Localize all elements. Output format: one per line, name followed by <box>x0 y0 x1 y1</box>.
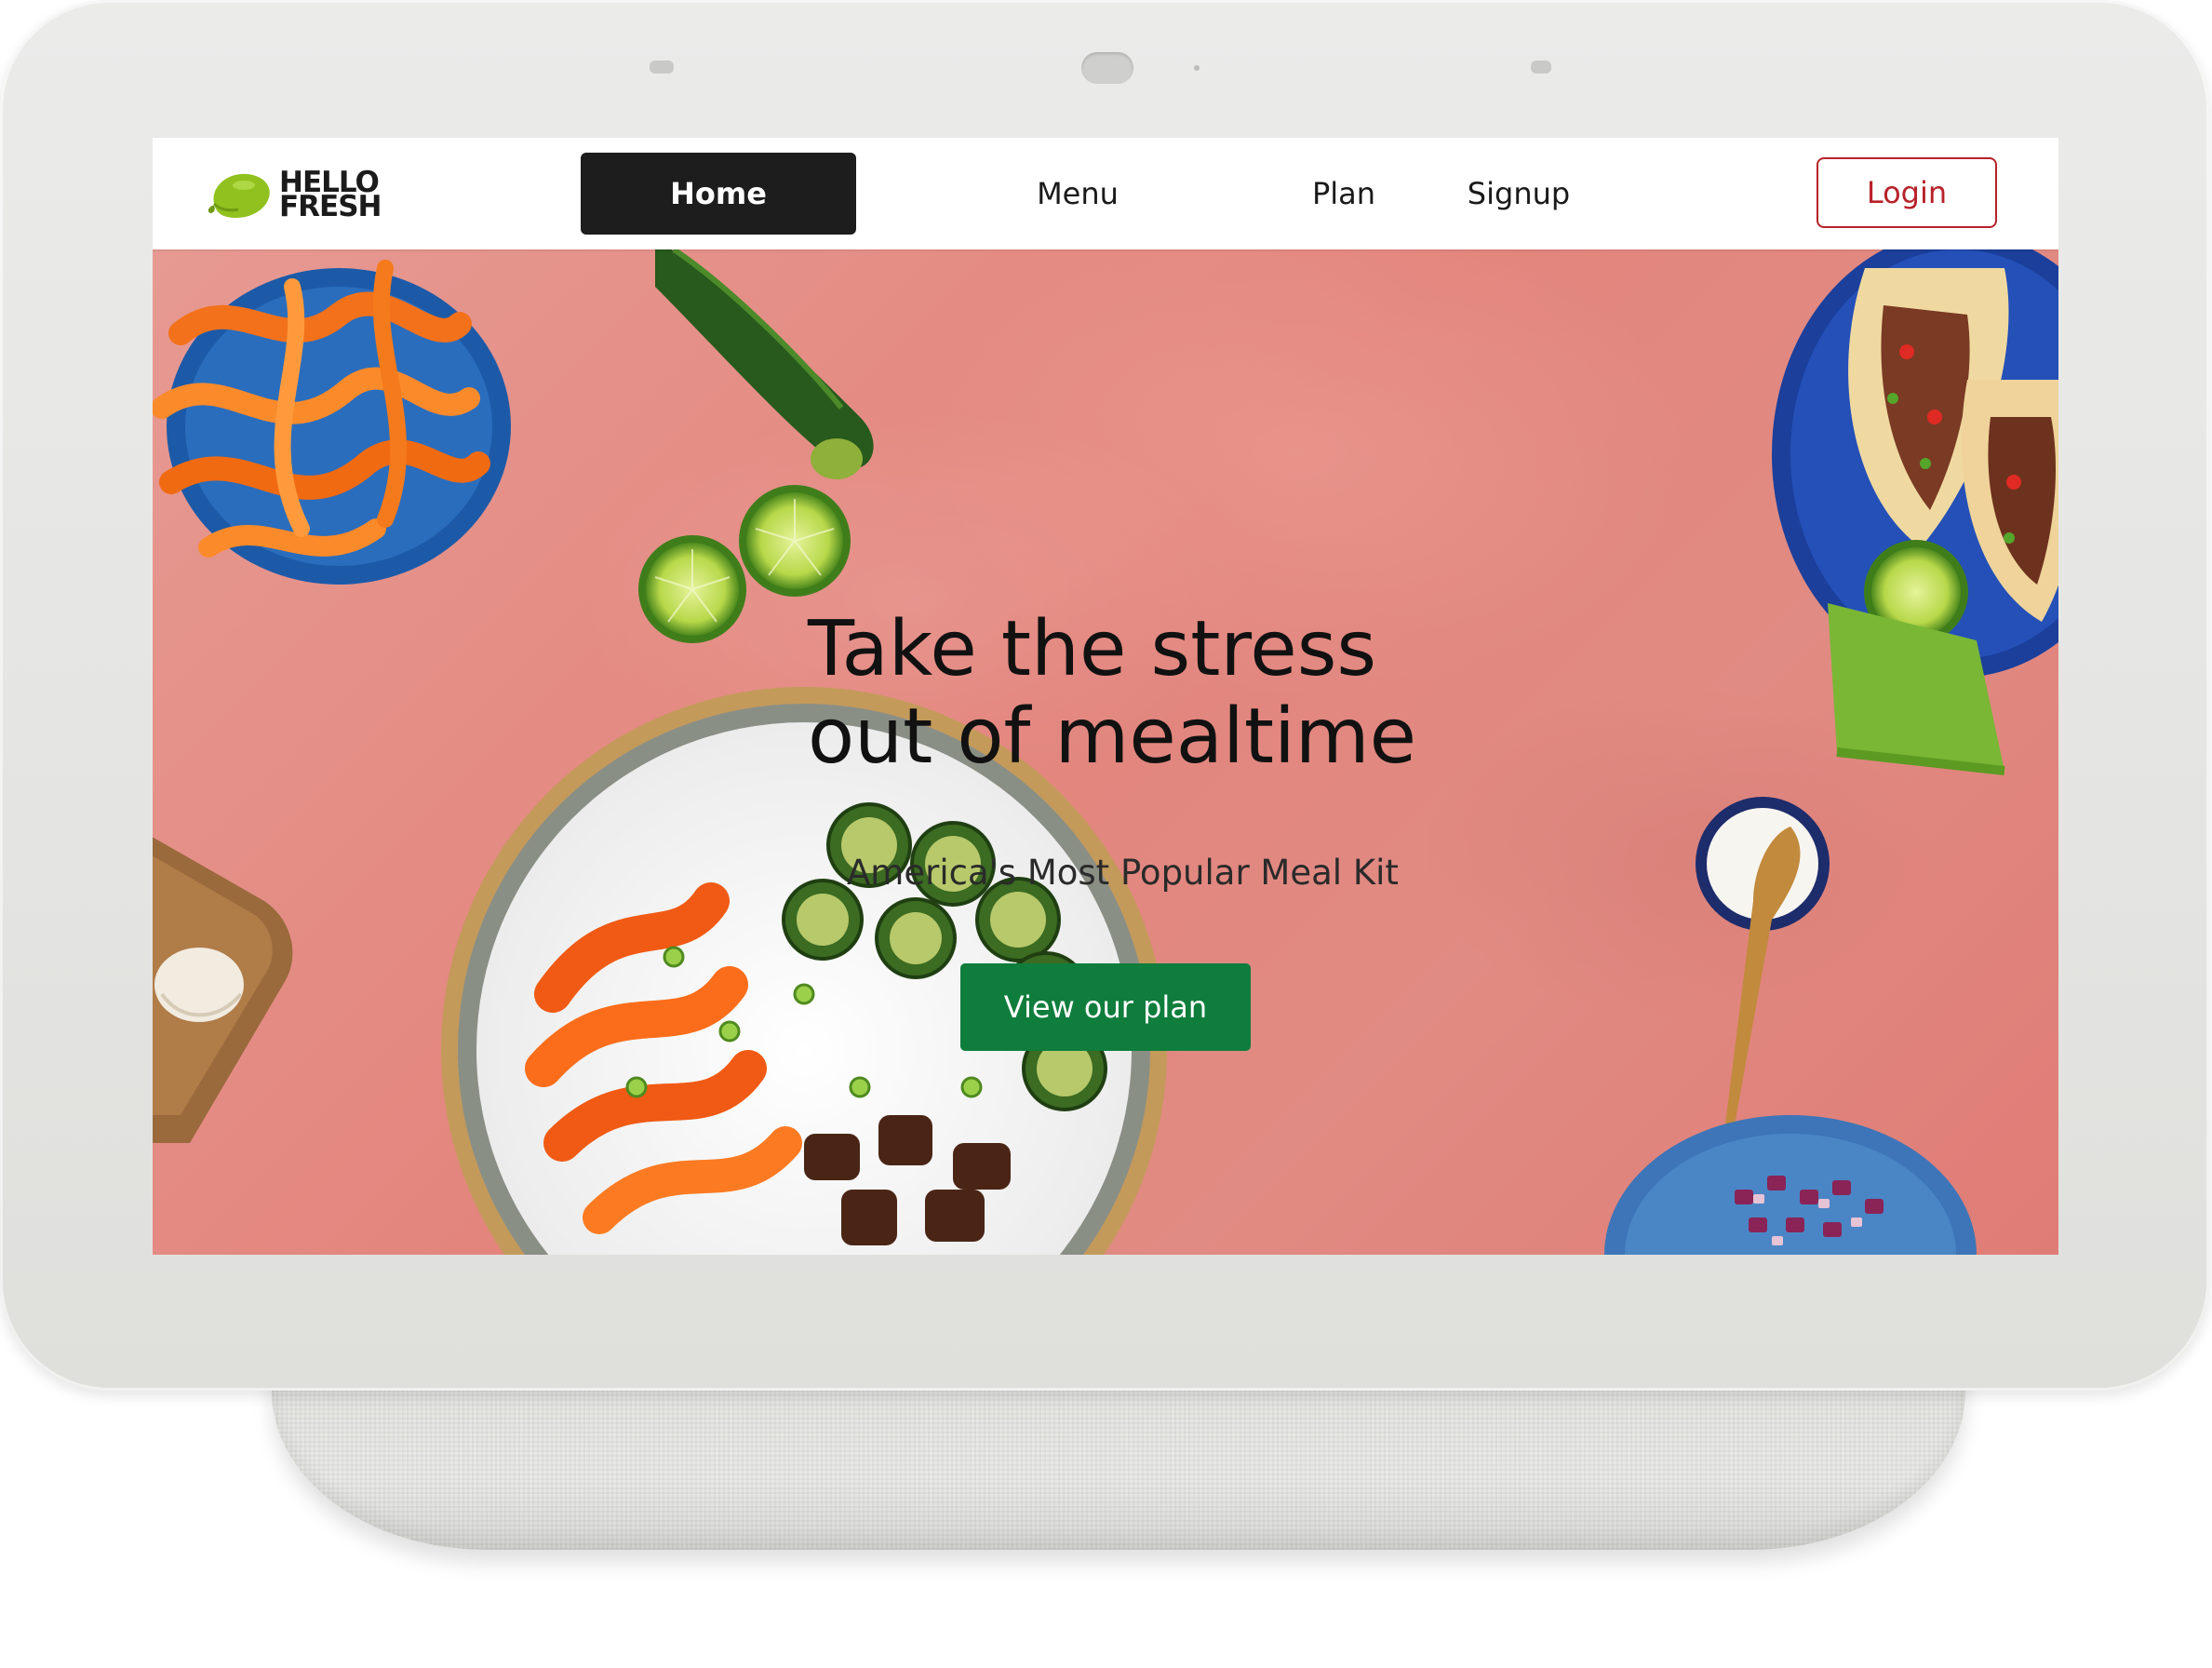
sour-cream-bowl <box>1696 797 1830 1124</box>
camera-icon <box>1081 52 1133 84</box>
navbar: HELLO FRESH Home Menu Plan Signup Login <box>153 138 2058 249</box>
indicator-dot <box>1194 65 1200 71</box>
hero-subtitle: America's Most Popular Meal Kit <box>847 853 1399 893</box>
hero-title-line2: out of mealtime <box>808 693 1417 781</box>
zucchini <box>655 249 874 479</box>
login-button[interactable]: Login <box>1817 157 1997 228</box>
nav-signup[interactable]: Signup <box>1435 153 1602 235</box>
brand-logo[interactable]: HELLO FRESH <box>207 164 382 225</box>
brand-wordmark: HELLO FRESH <box>279 168 382 223</box>
hero-title: Take the stress out of mealtime <box>808 606 1459 781</box>
light-sensor-right <box>1531 61 1551 74</box>
nav-plan[interactable]: Plan <box>1269 153 1418 235</box>
hero-section: Take the stress out of mealtime America'… <box>153 249 2058 1255</box>
nav-menu[interactable]: Menu <box>1012 153 1143 235</box>
page: HELLO FRESH Home Menu Plan Signup Login <box>0 0 2212 1668</box>
view-plan-button[interactable]: View our plan <box>960 963 1251 1051</box>
lime-logo-icon <box>208 173 270 219</box>
hero-title-line1: Take the stress <box>808 605 1377 693</box>
cutting-board <box>153 837 293 1143</box>
tacos-plate <box>1772 249 2058 775</box>
nav-home[interactable]: Home <box>581 153 856 235</box>
carrot-plate <box>153 260 511 585</box>
device-frame: HELLO FRESH Home Menu Plan Signup Login <box>0 0 2209 1391</box>
brand-line2: FRESH <box>279 190 382 223</box>
red-onion-plate <box>1604 1115 1977 1255</box>
device-screen: HELLO FRESH Home Menu Plan Signup Login <box>153 138 2058 1255</box>
light-sensor-left <box>650 61 674 74</box>
